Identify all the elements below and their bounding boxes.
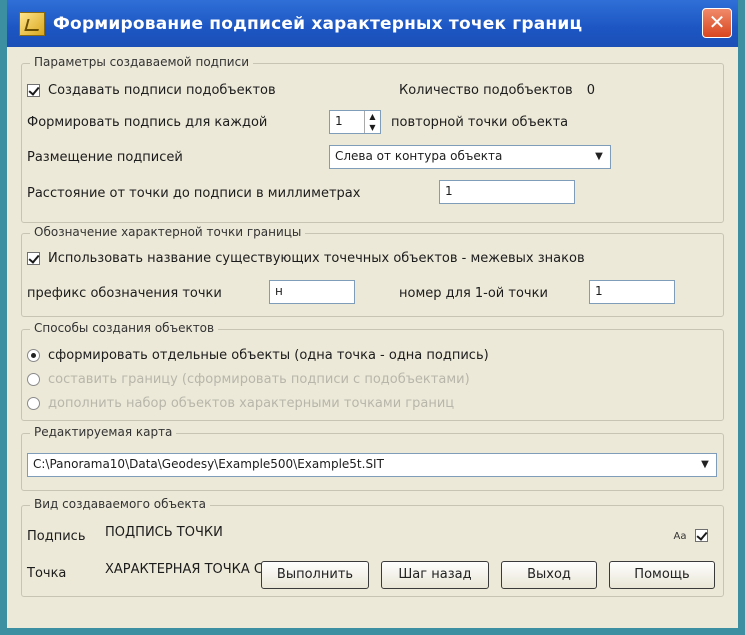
first-number-input[interactable]: 1 bbox=[589, 280, 675, 304]
methods-legend: Способы создания объектов bbox=[30, 321, 219, 335]
use-names-label: Использовать название существующих точеч… bbox=[48, 251, 585, 266]
sub-count-row: Количество подобъектов 0 bbox=[399, 83, 595, 98]
label-type-value-row: ПОДПИСЬ ТОЧКИ bbox=[105, 525, 223, 540]
method-1-label: сформировать отдельные объекты (одна точ… bbox=[48, 348, 489, 363]
map-select[interactable]: C:\Panorama10\Data\Geodesy\Example500\Ex… bbox=[27, 453, 717, 477]
placement-select-value: Слева от контура объекта bbox=[335, 149, 503, 163]
close-button[interactable]: ✕ bbox=[702, 8, 732, 38]
prefix-input-value: н bbox=[275, 284, 283, 298]
map-select-value: C:\Panorama10\Data\Geodesy\Example500\Ex… bbox=[33, 457, 384, 471]
exit-button[interactable]: Выход bbox=[501, 561, 597, 589]
label-style-icon[interactable]: Aa bbox=[670, 528, 690, 546]
dialog-body: Параметры создаваемой подписи Создавать … bbox=[7, 47, 738, 628]
method-option-3[interactable]: дополнить набор объектов характерными то… bbox=[27, 396, 454, 411]
placement-select[interactable]: Слева от контура объекта ▼ bbox=[329, 145, 611, 169]
app-icon bbox=[19, 11, 45, 36]
label-type-caption: Подпись bbox=[27, 529, 86, 544]
label-type-checkbox[interactable] bbox=[695, 529, 708, 542]
label-type-caption-row: Подпись bbox=[27, 529, 85, 544]
distance-input[interactable]: 1 bbox=[439, 180, 575, 204]
form-each-label: Формировать подпись для каждой bbox=[27, 115, 268, 130]
each-spinner[interactable]: 1 ▲ ▼ bbox=[329, 110, 381, 134]
method-2-radio[interactable] bbox=[27, 373, 40, 386]
sub-count-value: 0 bbox=[586, 83, 596, 98]
map-legend: Редактируемая карта bbox=[30, 425, 177, 439]
step-back-button[interactable]: Шаг назад bbox=[381, 561, 489, 589]
method-2-label: составить границу (сформировать подписи … bbox=[48, 372, 470, 387]
distance-input-value: 1 bbox=[445, 184, 453, 198]
label-type-value: ПОДПИСЬ ТОЧКИ bbox=[105, 525, 223, 540]
each-spinner-value: 1 bbox=[335, 114, 343, 128]
first-number-row: номер для 1-ой точки bbox=[399, 286, 548, 301]
use-names-row[interactable]: Использовать название существующих точеч… bbox=[27, 251, 585, 266]
title-bar[interactable]: Формирование подписей характерных точек … bbox=[7, 0, 738, 47]
method-3-radio[interactable] bbox=[27, 397, 40, 410]
prefix-label: префикс обозначения точки bbox=[27, 286, 222, 301]
execute-button[interactable]: Выполнить bbox=[261, 561, 369, 589]
create-sub-labels-checkbox[interactable] bbox=[27, 84, 40, 97]
form-each-label-row: Формировать подпись для каждой bbox=[27, 115, 267, 130]
each-suffix-row: повторной точки объекта bbox=[391, 115, 568, 130]
create-sub-labels-row[interactable]: Создавать подписи подобъектов bbox=[27, 83, 276, 98]
method-1-radio[interactable] bbox=[27, 349, 40, 362]
placement-label: Размещение подписей bbox=[27, 150, 183, 165]
placement-row: Размещение подписей bbox=[27, 150, 183, 165]
point-type-caption: Точка bbox=[27, 566, 67, 581]
label-type-check-row[interactable] bbox=[695, 529, 716, 542]
designation-group: Обозначение характерной точки границы bbox=[21, 225, 724, 317]
point-type-caption-row: Точка bbox=[27, 566, 66, 581]
dropdown-arrow-icon[interactable]: ▼ bbox=[591, 149, 607, 165]
designation-legend: Обозначение характерной точки границы bbox=[30, 225, 306, 239]
create-sub-labels-label: Создавать подписи подобъектов bbox=[48, 83, 276, 98]
distance-row: Расстояние от точки до подписи в миллиме… bbox=[27, 186, 360, 201]
first-number-label: номер для 1-ой точки bbox=[399, 286, 548, 301]
spinner-arrows-icon[interactable]: ▲ ▼ bbox=[364, 111, 380, 133]
each-suffix-label: повторной точки объекта bbox=[391, 115, 569, 130]
window-title: Формирование подписей характерных точек … bbox=[53, 13, 583, 34]
method-option-2[interactable]: составить границу (сформировать подписи … bbox=[27, 372, 470, 387]
distance-label: Расстояние от точки до подписи в миллиме… bbox=[27, 186, 361, 201]
dialog-window: Формирование подписей характерных точек … bbox=[0, 0, 745, 635]
first-number-input-value: 1 bbox=[595, 284, 603, 298]
help-button[interactable]: Помощь bbox=[609, 561, 715, 589]
sub-count-label: Количество подобъектов bbox=[399, 83, 573, 98]
prefix-row: префикс обозначения точки bbox=[27, 286, 222, 301]
method-option-1[interactable]: сформировать отдельные объекты (одна точ… bbox=[27, 348, 489, 363]
params-legend: Параметры создаваемой подписи bbox=[30, 55, 253, 69]
dropdown-arrow-icon[interactable]: ▼ bbox=[697, 457, 713, 473]
method-3-label: дополнить набор объектов характерными то… bbox=[48, 396, 455, 411]
object-type-legend: Вид создаваемого объекта bbox=[30, 497, 210, 511]
use-names-checkbox[interactable] bbox=[27, 252, 40, 265]
prefix-input[interactable]: н bbox=[269, 280, 355, 304]
